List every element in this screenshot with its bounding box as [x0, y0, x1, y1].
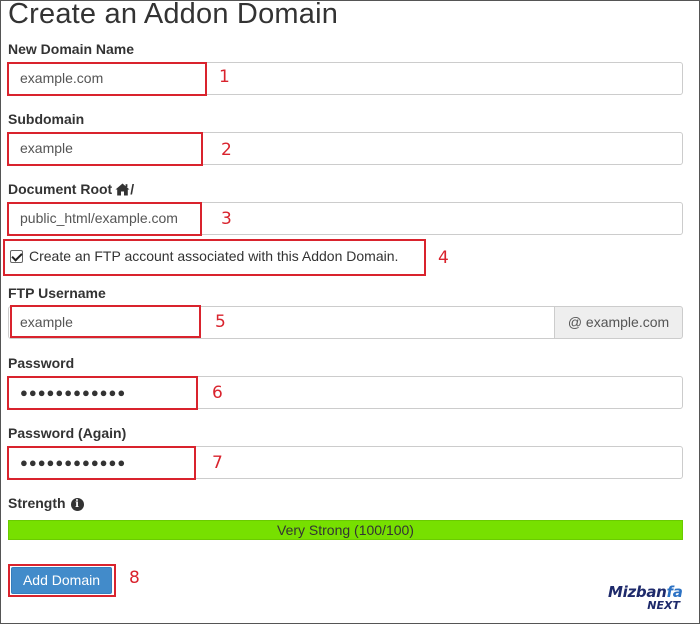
step-marker-6: 6 — [212, 383, 223, 403]
password-label: Password — [8, 355, 75, 371]
step-marker-8: 8 — [129, 568, 140, 588]
password-again-input[interactable]: ●●●●●●●●●●●● — [8, 446, 683, 479]
new-domain-input[interactable]: example.com — [8, 62, 683, 95]
page-title: Create an Addon Domain — [8, 0, 339, 30]
subdomain-label: Subdomain — [8, 111, 85, 127]
strength-label-text: Strength — [8, 495, 66, 511]
ftp-username-label: FTP Username — [8, 285, 106, 301]
new-domain-label: New Domain Name — [8, 41, 135, 57]
document-root-slash: / — [130, 181, 135, 197]
ftp-checkbox-label: Create an FTP account associated with th… — [29, 248, 399, 264]
document-root-input[interactable]: public_html/example.com — [8, 202, 683, 235]
subdomain-input[interactable]: example — [8, 132, 683, 165]
ftp-domain-addon: @ example.com — [554, 306, 683, 339]
strength-label: Strength i — [8, 495, 84, 511]
ftp-checkbox-row[interactable]: Create an FTP account associated with th… — [10, 248, 398, 264]
mizbanfa-logo: Mizbanfa NEXT — [608, 585, 683, 612]
ftp-username-input[interactable]: example — [8, 306, 555, 339]
password-again-label: Password (Again) — [8, 425, 127, 441]
password-input[interactable]: ●●●●●●●●●●●● — [8, 376, 683, 409]
logo-sub-text: NEXT — [647, 599, 680, 612]
strength-meter: Very Strong (100/100) — [8, 520, 683, 540]
step-marker-1: 1 — [219, 67, 230, 87]
info-icon[interactable]: i — [70, 498, 84, 511]
step-marker-4: 4 — [438, 248, 449, 268]
home-icon — [115, 183, 130, 199]
step-marker-3: 3 — [221, 209, 232, 229]
document-root-label: Document Root / — [8, 181, 134, 199]
step-marker-7: 7 — [212, 453, 223, 473]
step-marker-2: 2 — [221, 140, 232, 160]
step-marker-5: 5 — [215, 312, 226, 332]
add-domain-button[interactable]: Add Domain — [11, 567, 112, 594]
document-root-label-text: Document Root — [8, 181, 113, 197]
ftp-checkbox[interactable] — [10, 249, 23, 263]
